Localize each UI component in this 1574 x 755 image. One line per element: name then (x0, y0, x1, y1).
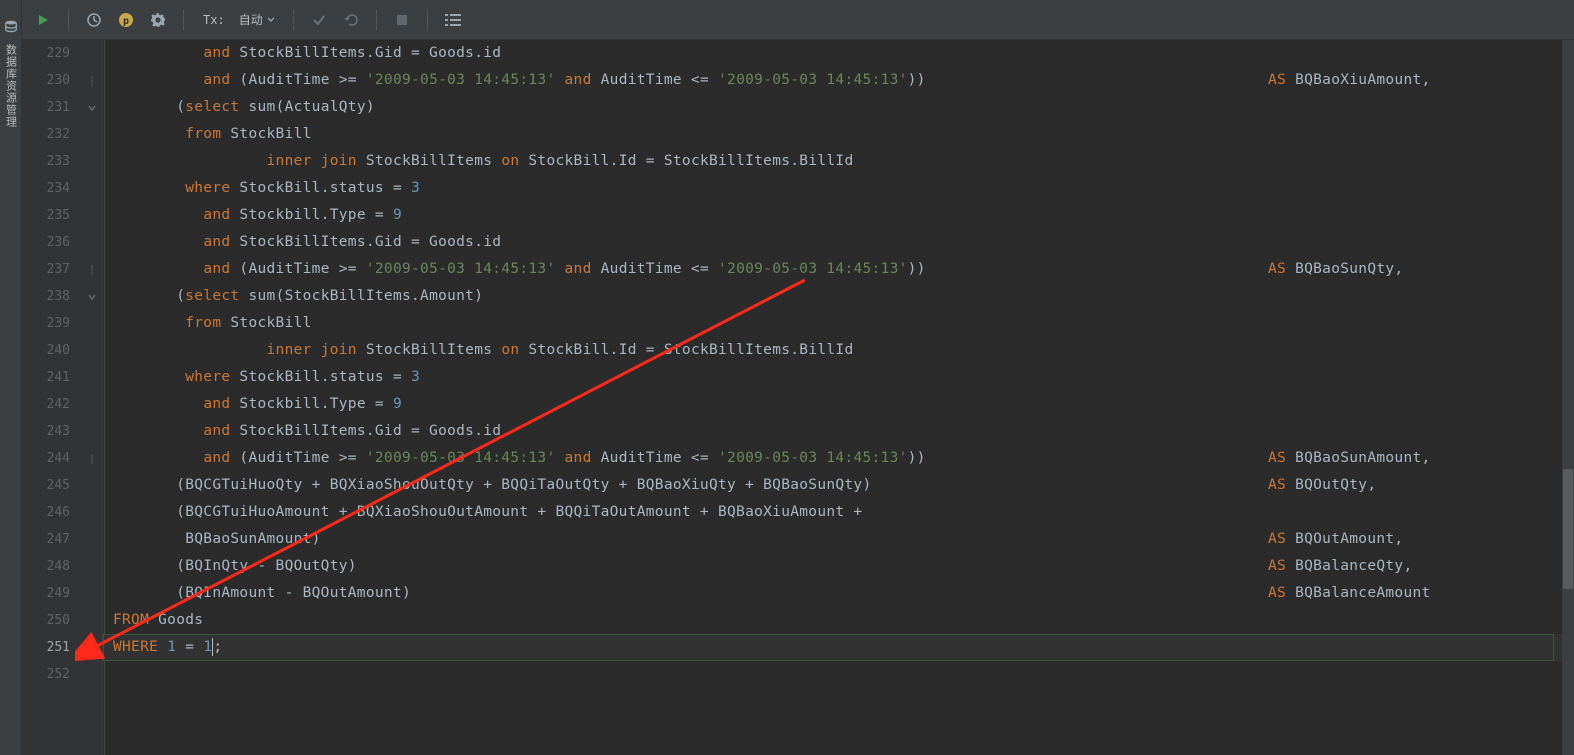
tx-label: Tx: (203, 13, 225, 27)
fold-marker (82, 553, 102, 580)
fold-marker (82, 499, 102, 526)
fold-marker[interactable] (82, 283, 102, 310)
code-line[interactable]: from StockBill (103, 121, 1574, 148)
line-number: 237 (22, 256, 70, 283)
code-line[interactable]: and StockBillItems.Gid = Goods.id (103, 418, 1574, 445)
history-button[interactable] (83, 9, 105, 31)
fold-marker (82, 121, 102, 148)
line-number: 250 (22, 607, 70, 634)
run-button[interactable] (32, 9, 54, 31)
line-number: 232 (22, 121, 70, 148)
settings-button[interactable] (147, 9, 169, 31)
fold-marker (82, 526, 102, 553)
code-line[interactable] (103, 661, 1574, 688)
code-line[interactable]: (select sum(ActualQty) (103, 94, 1574, 121)
line-number: 246 (22, 499, 70, 526)
code-line[interactable]: and Stockbill.Type = 9 (103, 202, 1574, 229)
fold-marker (82, 202, 102, 229)
line-number: 236 (22, 229, 70, 256)
fold-marker (82, 175, 102, 202)
editor[interactable]: 2292302312322332342352362372382392402412… (22, 40, 1574, 755)
vertical-scrollbar[interactable] (1562, 40, 1574, 755)
code-line[interactable]: inner join StockBillItems on StockBill.I… (103, 148, 1574, 175)
line-number: 229 (22, 40, 70, 67)
fold-marker (82, 364, 102, 391)
line-number-gutter: 2292302312322332342352362372382392402412… (22, 40, 82, 755)
fold-marker (82, 229, 102, 256)
database-icon (4, 20, 18, 34)
line-number: 233 (22, 148, 70, 175)
fold-marker (82, 607, 102, 634)
tool-window-label[interactable]: 数据库资源管理 (3, 44, 19, 128)
fold-marker (82, 40, 102, 67)
svg-text:p: p (123, 16, 129, 27)
code-line[interactable]: where StockBill.status = 3 (103, 364, 1574, 391)
code-line[interactable]: (BQInAmount - BQOutAmount)AS BQBalanceAm… (103, 580, 1574, 607)
code-line[interactable]: and (AuditTime >= '2009-05-03 14:45:13' … (103, 67, 1574, 94)
tx-mode-value: 自动 (239, 11, 263, 28)
console-toolbar: p Tx: 自动 (22, 0, 1574, 40)
code-line[interactable]: and StockBillItems.Gid = Goods.id (103, 229, 1574, 256)
code-line[interactable]: and StockBillItems.Gid = Goods.id (103, 40, 1574, 67)
line-number: 231 (22, 94, 70, 121)
fold-marker (82, 337, 102, 364)
code-line[interactable]: inner join StockBillItems on StockBill.I… (103, 337, 1574, 364)
line-number: 239 (22, 310, 70, 337)
fold-marker (82, 310, 102, 337)
cancel-query-button[interactable] (391, 9, 413, 31)
line-number: 247 (22, 526, 70, 553)
fold-marker (82, 391, 102, 418)
rollback-button[interactable] (340, 9, 362, 31)
fold-marker (82, 148, 102, 175)
code-line[interactable]: (BQCGTuiHuoQty + BQXiaoShouOutQty + BQQi… (103, 472, 1574, 499)
line-number: 242 (22, 391, 70, 418)
line-number: 241 (22, 364, 70, 391)
line-number: 249 (22, 580, 70, 607)
code-line[interactable]: (select sum(StockBillItems.Amount) (103, 283, 1574, 310)
line-number: 240 (22, 337, 70, 364)
code-line[interactable]: from StockBill (103, 310, 1574, 337)
scrollbar-thumb[interactable] (1563, 469, 1573, 589)
line-number: 244 (22, 445, 70, 472)
fold-marker[interactable] (82, 256, 102, 283)
chevron-down-icon (267, 16, 275, 24)
line-number: 238 (22, 283, 70, 310)
line-number: 252 (22, 661, 70, 688)
code-line[interactable]: and (AuditTime >= '2009-05-03 14:45:13' … (103, 445, 1574, 472)
fold-marker (82, 418, 102, 445)
commit-button[interactable] (308, 9, 330, 31)
line-number: 243 (22, 418, 70, 445)
code-line[interactable]: WHERE 1 = 1; (103, 634, 1574, 661)
fold-marker (82, 661, 102, 688)
tool-window-bar-left[interactable]: 数据库资源管理 (0, 0, 22, 755)
fold-marker[interactable] (82, 445, 102, 472)
fold-marker[interactable] (82, 67, 102, 94)
code-line[interactable]: where StockBill.status = 3 (103, 175, 1574, 202)
fold-gutter[interactable] (82, 40, 102, 755)
line-number: 235 (22, 202, 70, 229)
code-line[interactable]: FROM Goods (103, 607, 1574, 634)
line-number: 245 (22, 472, 70, 499)
code-content[interactable]: and StockBillItems.Gid = Goods.id and (A… (102, 40, 1574, 755)
line-number: 251 (22, 634, 70, 661)
explain-plan-button[interactable]: p (115, 9, 137, 31)
fold-marker (82, 580, 102, 607)
fold-marker (82, 472, 102, 499)
tx-mode-dropdown[interactable]: 自动 (235, 9, 279, 30)
code-line[interactable]: and (AuditTime >= '2009-05-03 14:45:13' … (103, 256, 1574, 283)
line-number: 230 (22, 67, 70, 94)
line-number: 234 (22, 175, 70, 202)
code-line[interactable]: BQBaoSunAmount)AS BQOutAmount, (103, 526, 1574, 553)
fold-marker (82, 634, 102, 661)
code-line[interactable]: (BQInQty - BQOutQty)AS BQBalanceQty, (103, 553, 1574, 580)
view-options-button[interactable] (442, 9, 464, 31)
line-number: 248 (22, 553, 70, 580)
code-line[interactable]: and Stockbill.Type = 9 (103, 391, 1574, 418)
code-line[interactable]: (BQCGTuiHuoAmount + BQXiaoShouOutAmount … (103, 499, 1574, 526)
fold-marker[interactable] (82, 94, 102, 121)
